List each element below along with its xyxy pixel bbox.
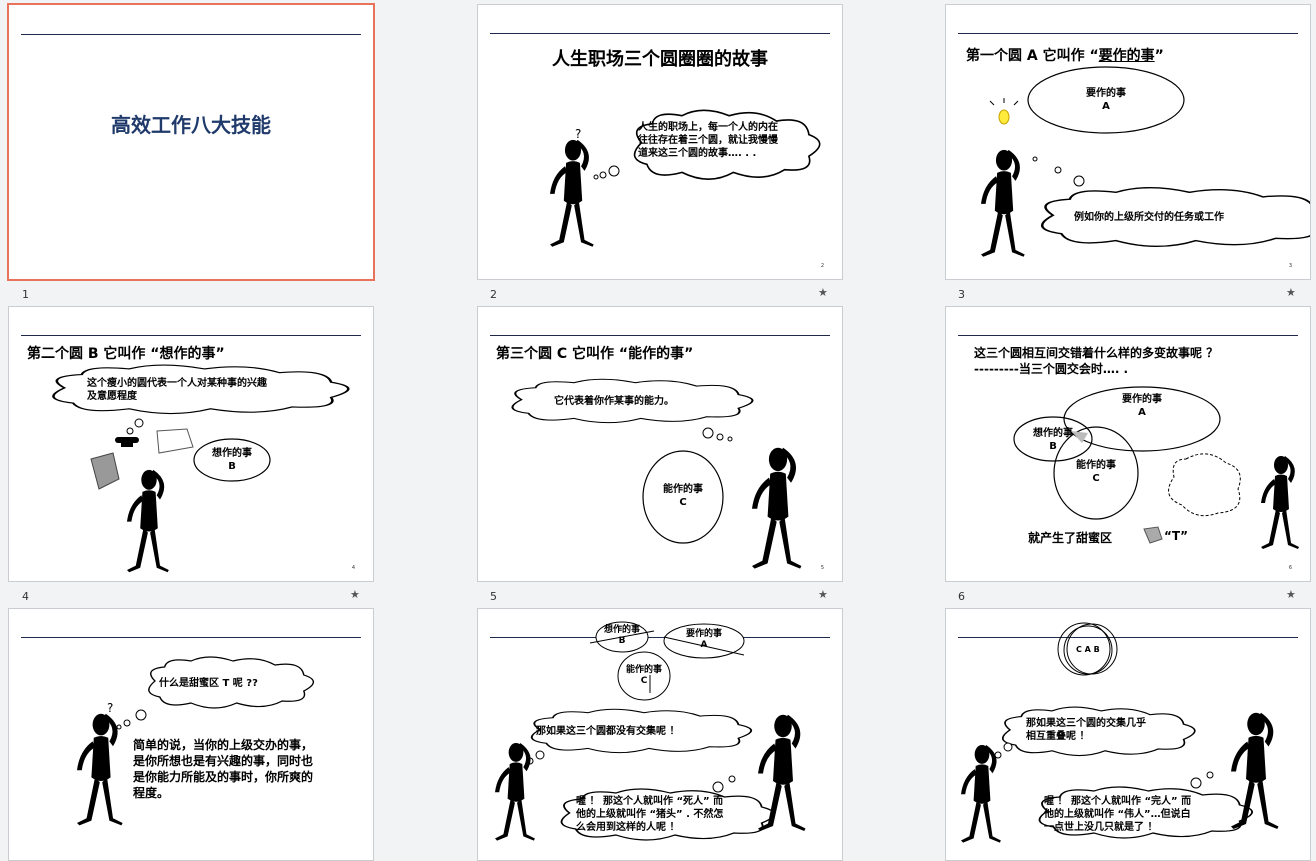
star-icon[interactable]: ★ <box>1286 286 1296 299</box>
sweet-zone-label: 就产生了甜蜜区 <box>1028 531 1113 545</box>
cloud-text: 喔 ！ 那这个人就叫作 “死人” 而他的上级就叫作 “猪头” . 不然怎 么会用到… <box>576 796 724 833</box>
slide-thumbnail-5[interactable]: 第三个圆 C 它叫作 “能作的事” 它代表着你作某事的能力。 能作的事 C 5 <box>477 306 843 582</box>
cloud-text: 人生的职场上，每一个人的内在 往往存在着三个圆，就让我慢慢 道来这三个圆的故事…. … <box>638 122 778 159</box>
slide-number: 2 <box>490 288 497 301</box>
star-icon[interactable]: ★ <box>818 588 828 601</box>
slide-number: 1 <box>22 288 29 301</box>
oval-c-label: 能作的事 C <box>1076 460 1116 484</box>
oval-c-label: 能作的事 C <box>663 484 703 508</box>
slide-number: 3 <box>958 288 965 301</box>
oval-a-label: 要作的事 A <box>1086 88 1126 112</box>
slide-number: 5 <box>490 590 497 603</box>
question-mark-icon: ? <box>575 127 582 141</box>
page-number: 2 <box>820 263 824 269</box>
question-mark-icon: ? <box>107 701 114 715</box>
star-icon[interactable]: ★ <box>350 588 360 601</box>
slide-thumbnail-9[interactable]: C A B 那如果这三个圆的交集几乎 相互重叠呢 ！ 喔 ！ 那这个人就叫作 “完… <box>945 608 1311 861</box>
page-number: 5 <box>820 565 824 571</box>
oval-b-label: 想作的事 B <box>212 448 252 472</box>
page-number: 3 <box>1288 263 1292 269</box>
slide-thumbnail-6[interactable]: 这三个圆相互间交错着什么样的多变故事呢 ？ ---------当三个圆交会时…. … <box>945 306 1311 582</box>
cloud-text: 那如果这三个圆的交集几乎 相互重叠呢 ！ <box>1026 718 1146 742</box>
page-number: 4 <box>351 565 355 571</box>
cloud-text: 什么是甜蜜区 T 呢 ?? <box>159 678 258 689</box>
cloud-text: 它代表着你作某事的能力。 <box>554 396 674 407</box>
lightbulb-icon <box>989 98 1019 125</box>
slide-thumbnail-4[interactable]: 第二个圆 B 它叫作 “想作的事” 这个瘦小的圆代表一个人对某种事的兴趣 及意愿程… <box>8 306 374 582</box>
telephone-icon <box>115 437 139 447</box>
cloud-text: 喔 ！ 那这个人就叫作 “完人” 而他的上级就叫作 “伟人”…但说白 一点世上没几… <box>1044 796 1192 833</box>
slide-number: 4 <box>22 590 29 603</box>
cloud-text: 例如你的上级所交付的任务或工作 <box>1074 212 1224 223</box>
page-number: 6 <box>1288 565 1292 571</box>
oval-b-label: 想作的事 B <box>603 625 640 646</box>
slide-thumbnail-8[interactable]: 想作的事 B 要作的事 A 能作的事 C 那如果这三个圆都没有交集呢 ！ 喔 ！ 那这… <box>477 608 843 861</box>
cloud-text: 这个瘦小的圆代表一个人对某种事的兴趣 及意愿程度 <box>87 378 267 402</box>
oval-a-label: 要作的事 A <box>685 629 722 650</box>
slide-thumbnail-2[interactable]: 人生职场三个圆圈圈的故事 ? 人生的职场上，每一个人的内在 往往存在着三个圆，就让… <box>477 4 843 280</box>
oval-b-label: 想作的事 B <box>1033 428 1073 452</box>
slide-thumbnail-7[interactable]: ? 什么是甜蜜区 T 呢 ?? 简单的说，当你的上级交办的事， 是你所想也是有兴趣… <box>8 608 374 861</box>
slide-title: 高效工作八大技能 <box>111 113 271 137</box>
star-icon[interactable]: ★ <box>1286 588 1296 601</box>
slide-thumbnail-1[interactable]: 高效工作八大技能 <box>7 3 375 281</box>
star-icon[interactable]: ★ <box>818 286 828 299</box>
slide-thumbnail-3[interactable]: 第一个圆 A 它叫作 “要作的事” 要作的事 A 例如你的上级所交付的任务或工作 … <box>945 4 1311 280</box>
slide-number: 6 <box>958 590 965 603</box>
oval-c-label: 能作的事 C <box>625 665 662 686</box>
slide-body: 简单的说，当你的上级交办的事， 是你所想也是有兴趣的事，同时也 是你能力所能及的事时… <box>133 738 314 800</box>
cloud-text: 那如果这三个圆都没有交集呢 ！ <box>536 726 680 737</box>
t-label: “T” <box>1164 529 1188 543</box>
circles-label: C A B <box>1076 645 1100 654</box>
slide-rule <box>21 34 361 35</box>
oval-a-label: 要作的事 A <box>1122 394 1162 418</box>
